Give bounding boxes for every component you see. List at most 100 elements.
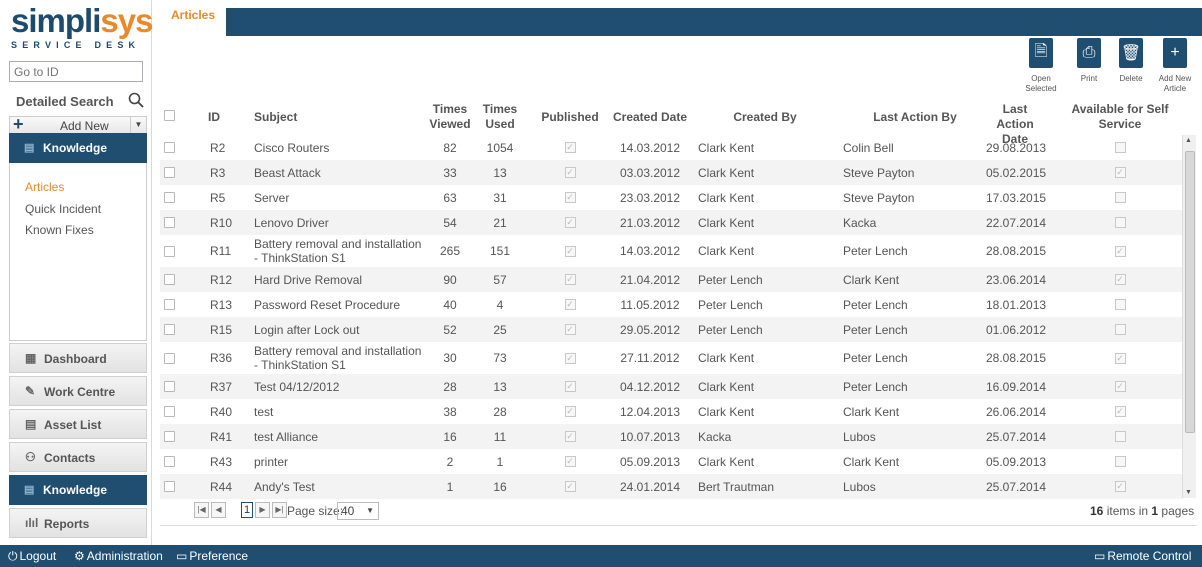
nav-dashboard[interactable]: ▦ Dashboard <box>9 343 147 373</box>
row-checkbox[interactable] <box>164 217 175 228</box>
search-icon[interactable] <box>128 92 144 108</box>
cell-last-action-by: Peter Lench <box>843 351 908 365</box>
administration-link[interactable]: ⚙ Administration <box>74 549 163 563</box>
cell-created-by: Peter Lench <box>698 297 763 312</box>
last-page-icon[interactable]: ▶| <box>272 502 287 518</box>
cell-checkbox: ✓ <box>539 424 601 449</box>
open-selected-button[interactable]: 🗎 Open Selected <box>1016 38 1066 94</box>
table-row[interactable]: R37 Test 04/12/2012 28 13 ✓ 04.12.2012 Clark K… <box>160 374 1182 399</box>
nav-knowledge-header[interactable]: ▤ Knowledge <box>9 133 147 163</box>
cell-id: R12 <box>210 272 233 287</box>
table-row[interactable]: R15 Login after Lock out 52 25 ✓ 29.05.2012 Pe… <box>160 317 1182 342</box>
next-page-icon[interactable]: ▶ <box>255 502 270 518</box>
cell-created-by: Clark Kent <box>698 351 755 365</box>
first-page-icon[interactable]: |◀ <box>194 502 209 518</box>
cell-created-by: Clark Kent <box>698 404 755 419</box>
cell-checkbox <box>1070 424 1170 449</box>
row-checkbox[interactable] <box>164 245 175 257</box>
cell-times-viewed: 1 <box>446 479 454 494</box>
table-row[interactable]: R43 printer 2 1 ✓ 05.09.2013 Clark Kent Clark K… <box>160 449 1182 474</box>
cell-checkbox <box>164 424 176 449</box>
cell-subject: Password Reset Procedure <box>254 297 401 312</box>
table-row[interactable]: R13 Password Reset Procedure 40 4 ✓ 11.05.201… <box>160 292 1182 317</box>
add-new-dropdown[interactable]: + Add New ▼ <box>9 114 147 134</box>
cell-times-viewed: 38 <box>443 404 457 419</box>
cell-subject: Lenovo Driver <box>254 215 329 230</box>
cell-checkbox <box>164 374 176 399</box>
grid-scrollbar[interactable]: ▲ ▼ <box>1182 135 1196 498</box>
select-all-checkbox[interactable] <box>164 110 176 121</box>
row-checkbox[interactable] <box>164 381 175 392</box>
col-created-date[interactable]: Created Date <box>610 110 690 125</box>
logout-link[interactable]: ⏻ Logout <box>8 549 56 564</box>
col-subject[interactable]: Subject <box>254 110 297 125</box>
add-new-article-button[interactable]: + Add New Article <box>1150 38 1200 94</box>
row-checkbox[interactable] <box>164 481 175 492</box>
nav-work-centre[interactable]: ✎ Work Centre <box>9 376 147 406</box>
tab-articles[interactable]: Articles <box>160 8 226 38</box>
self-service-checkbox: ✓ <box>1114 352 1126 364</box>
nav-contacts[interactable]: ⚇ Contacts <box>9 442 147 472</box>
preference-link[interactable]: ▭ Preference <box>176 549 248 563</box>
row-checkbox[interactable] <box>164 324 175 335</box>
row-checkbox[interactable] <box>164 167 175 178</box>
scroll-down-icon[interactable]: ▼ <box>1185 489 1192 496</box>
cell-checkbox: ✓ <box>1070 267 1170 292</box>
table-row[interactable]: R40 test 38 28 ✓ 12.04.2013 Clark Kent Clark Ke… <box>160 399 1182 424</box>
table-row[interactable]: R12 Hard Drive Removal 90 57 ✓ 21.04.2012 Pete… <box>160 267 1182 292</box>
row-checkbox[interactable] <box>164 406 175 417</box>
scroll-up-icon[interactable]: ▲ <box>1185 137 1192 144</box>
col-created-by[interactable]: Created By <box>720 110 810 125</box>
table-row[interactable]: R44 Andy's Test 1 16 ✓ 24.01.2014 Bert Trautma… <box>160 474 1182 499</box>
col-available-self-service[interactable]: Available for Self Service <box>1070 102 1170 132</box>
page-number[interactable]: 1 <box>241 502 253 518</box>
sidebar: simplisys SERVICE DESK Detailed Search +… <box>0 0 153 545</box>
col-published[interactable]: Published <box>539 110 601 125</box>
chevron-down-icon[interactable]: ▼ <box>130 117 146 133</box>
cell-last-action-by: Peter Lench <box>843 322 908 337</box>
cell-checkbox <box>164 292 176 317</box>
cell-created-date: 14.03.2012 <box>619 140 681 155</box>
nav-reports[interactable]: ılıl Reports <box>9 508 147 538</box>
delete-button[interactable]: 🗑 Delete <box>1106 38 1156 84</box>
remote-control-link[interactable]: ▭ Remote Control <box>1094 549 1191 563</box>
cell-last-action-by: Kacka <box>843 215 877 230</box>
sidebar-item-articles[interactable]: Articles <box>25 180 64 194</box>
scroll-thumb[interactable] <box>1185 151 1195 433</box>
col-times-used[interactable]: Times Used <box>480 102 520 132</box>
self-service-checkbox <box>1114 456 1126 467</box>
row-checkbox[interactable] <box>164 352 175 364</box>
sidebar-item-quick-incident[interactable]: Quick Incident <box>25 202 101 216</box>
col-last-action-by[interactable]: Last Action By <box>860 110 970 125</box>
table-row[interactable]: R41 test Alliance 16 11 ✓ 10.07.2013 Kacka Lubo… <box>160 424 1182 449</box>
sidebar-item-known-fixes[interactable]: Known Fixes <box>25 223 94 237</box>
table-row[interactable]: R5 Server 63 31 ✓ 23.03.2012 Clark Kent Steve P… <box>160 185 1182 210</box>
cell-subject: Battery removal and installation - Think… <box>254 237 422 265</box>
col-id[interactable]: ID <box>208 110 220 125</box>
row-checkbox[interactable] <box>164 274 175 285</box>
table-row[interactable]: R3 Beast Attack 33 13 ✓ 03.03.2012 Clark Kent S… <box>160 160 1182 185</box>
cell-times-used: 31 <box>493 190 507 205</box>
page-size-select[interactable]: 40 ▼ <box>337 502 379 520</box>
prev-page-icon[interactable]: ◀ <box>211 502 226 518</box>
nav-knowledge[interactable]: ▤ Knowledge <box>9 475 147 505</box>
row-checkbox[interactable] <box>164 192 175 203</box>
cell-created-date: 04.12.2012 <box>619 379 681 394</box>
row-checkbox[interactable] <box>164 299 175 310</box>
row-checkbox[interactable] <box>164 456 175 467</box>
detailed-search-link[interactable]: Detailed Search <box>16 94 114 109</box>
cell-checkbox: ✓ <box>539 317 601 342</box>
table-row[interactable]: R11 Battery removal and installation - Th… <box>160 235 1182 267</box>
nav-asset-list[interactable]: ▤ Asset List <box>9 409 147 439</box>
table-row[interactable]: R2 Cisco Routers 82 1054 ✓ 14.03.2012 Clark Ke… <box>160 135 1182 160</box>
go-to-id-input[interactable] <box>9 61 143 82</box>
cell-checkbox <box>164 342 176 374</box>
table-row[interactable]: R10 Lenovo Driver 54 21 ✓ 21.03.2012 Clark Ken… <box>160 210 1182 235</box>
col-times-viewed[interactable]: Times Viewed <box>425 102 475 132</box>
row-checkbox[interactable] <box>164 431 175 442</box>
row-checkbox[interactable] <box>164 142 175 153</box>
table-row[interactable]: R36 Battery removal and installation - Th… <box>160 342 1182 374</box>
cell-times-used: 13 <box>493 379 507 394</box>
cell-checkbox <box>164 235 176 267</box>
cell-times-used: 1054 <box>486 140 514 155</box>
